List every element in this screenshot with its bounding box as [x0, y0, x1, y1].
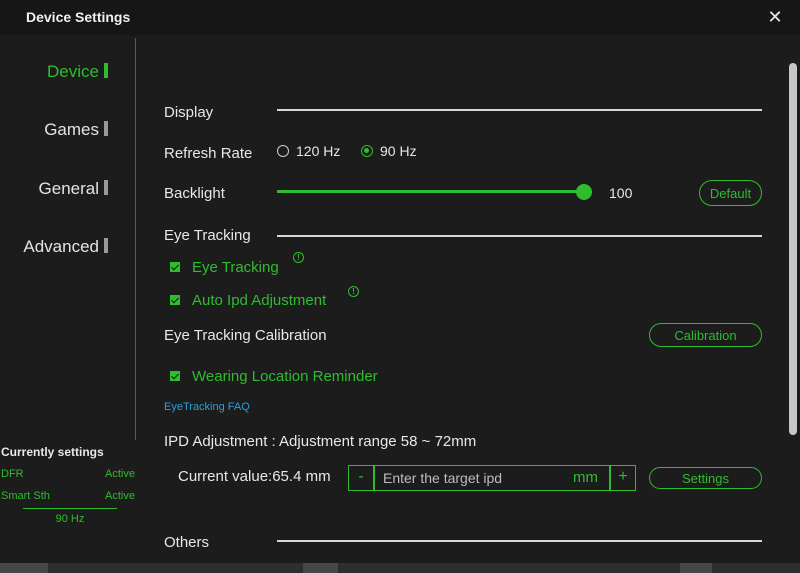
sidebar-item-advanced[interactable]: Advanced — [23, 237, 108, 257]
calibration-label: Eye Tracking Calibration — [164, 327, 327, 344]
backlight-label: Backlight — [164, 185, 225, 202]
setting-status: Active — [105, 468, 135, 480]
radio-90hz-label[interactable]: 90 Hz — [380, 143, 417, 159]
setting-name: Smart Sth — [1, 490, 50, 502]
backlight-value: 100 — [609, 185, 633, 201]
eyetracking-faq-link[interactable]: EyeTracking FAQ — [164, 401, 250, 413]
current-setting-row: Smart Sth Active — [1, 490, 135, 502]
sidebar-item-label: Games — [44, 120, 99, 139]
strip-segment — [680, 563, 712, 573]
sidebar-divider — [135, 38, 136, 440]
section-others-rule — [277, 540, 762, 542]
setting-name: DFR — [1, 468, 24, 480]
radio-90hz[interactable] — [361, 145, 373, 157]
vertical-scrollbar[interactable] — [789, 63, 797, 435]
ipd-current-value: Current value:65.4 mm — [178, 468, 331, 485]
calibration-button[interactable]: Calibration — [649, 323, 762, 347]
sidebar-item-label: General — [38, 179, 99, 198]
section-display-rule — [277, 109, 762, 111]
ipd-increment-button[interactable]: + — [610, 465, 636, 491]
close-icon[interactable]: ✕ — [764, 6, 786, 28]
current-settings-divider — [23, 508, 117, 509]
window-title: Device Settings — [26, 9, 131, 25]
ipd-unit-label: mm — [573, 469, 598, 486]
ipd-adjustment-title: IPD Adjustment : Adjustment range 58 ~ 7… — [164, 433, 477, 450]
current-refresh-rate: 90 Hz — [55, 513, 85, 525]
eye-tracking-checkbox[interactable] — [170, 262, 180, 272]
sidebar-item-label: Advanced — [23, 237, 99, 256]
wearing-reminder-label[interactable]: Wearing Location Reminder — [192, 368, 378, 385]
section-eye-tracking-title: Eye Tracking — [164, 227, 251, 244]
indicator — [104, 121, 108, 136]
sidebar-item-label: Device — [47, 62, 99, 81]
info-icon[interactable]: ! — [348, 286, 359, 297]
indicator — [104, 180, 108, 195]
section-others-title: Others — [164, 534, 210, 551]
backlight-slider-track[interactable] — [277, 190, 585, 193]
auto-ipd-checkbox[interactable] — [170, 295, 180, 305]
current-settings-title: Currently settings — [1, 445, 104, 459]
sidebar-item-general[interactable]: General — [39, 179, 108, 199]
active-indicator — [104, 63, 108, 78]
section-eye-tracking-rule — [277, 235, 762, 237]
ipd-decrement-button[interactable]: - — [348, 465, 374, 491]
eye-tracking-label[interactable]: Eye Tracking — [192, 259, 279, 276]
strip-segment — [0, 563, 48, 573]
setting-status: Active — [105, 490, 135, 502]
backlight-slider-thumb[interactable] — [576, 184, 592, 200]
bottom-strip — [0, 563, 800, 573]
title-bar: Device Settings ✕ — [0, 0, 800, 35]
strip-segment — [303, 563, 338, 573]
auto-ipd-label[interactable]: Auto Ipd Adjustment — [192, 292, 326, 309]
radio-120hz[interactable] — [277, 145, 289, 157]
radio-120hz-label[interactable]: 120 Hz — [296, 143, 340, 159]
wearing-reminder-checkbox[interactable] — [170, 371, 180, 381]
ipd-settings-button[interactable]: Settings — [649, 467, 762, 489]
info-icon[interactable]: ! — [293, 252, 304, 263]
indicator — [104, 238, 108, 253]
default-button[interactable]: Default — [699, 180, 762, 206]
current-setting-row: DFR Active — [1, 468, 135, 480]
section-display-title: Display — [164, 104, 214, 121]
sidebar-item-games[interactable]: Games — [44, 120, 108, 140]
refresh-rate-label: Refresh Rate — [164, 145, 253, 162]
sidebar-item-device[interactable]: Device — [47, 62, 108, 82]
